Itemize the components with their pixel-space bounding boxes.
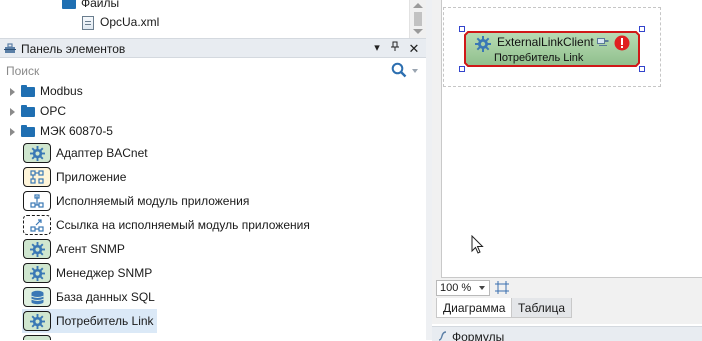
tab-table[interactable]: Таблица bbox=[511, 298, 573, 318]
folder-icon bbox=[21, 124, 35, 137]
toolbox-item-link-consumer[interactable]: Потребитель Link bbox=[22, 309, 157, 333]
module-link-icon bbox=[23, 215, 51, 235]
block-subtitle: Потребитель Link bbox=[494, 52, 584, 64]
expand-arrow-icon[interactable] bbox=[10, 107, 15, 116]
resize-handle-se[interactable] bbox=[639, 66, 645, 72]
gear-icon bbox=[23, 143, 51, 163]
formulas-panel-header[interactable]: Формулы bbox=[432, 326, 702, 341]
gear-icon bbox=[23, 263, 51, 283]
folder-icon bbox=[62, 0, 76, 9]
resize-handle-sw[interactable] bbox=[459, 66, 465, 72]
zoom-select[interactable]: 100 % bbox=[436, 280, 490, 296]
toolbox-item-executable-module-link[interactable]: Ссылка на исполняемый модуль приложения bbox=[22, 213, 426, 237]
search-field[interactable]: Поиск bbox=[0, 60, 426, 82]
group-iec-60870-5[interactable]: МЭК 60870-5 bbox=[0, 121, 113, 141]
toolbox-item-executable-module[interactable]: Исполняемый модуль приложения bbox=[22, 189, 426, 213]
resize-handle-ne[interactable] bbox=[639, 26, 645, 32]
group-modbus[interactable]: Modbus bbox=[0, 81, 83, 101]
expand-arrow-icon[interactable] bbox=[10, 127, 15, 136]
chevron-down-icon bbox=[479, 286, 485, 290]
connection-icon bbox=[597, 38, 609, 46]
elements-panel: Панель элементов ▾ ✕ Поиск Modbus OPC МЭ… bbox=[0, 38, 426, 340]
toolbox-item-application[interactable]: Приложение bbox=[22, 165, 426, 189]
toolbox-item-bacnet-adapter[interactable]: Адаптер BACnet bbox=[22, 141, 426, 165]
gear-icon bbox=[23, 311, 51, 331]
mouse-cursor-icon bbox=[471, 235, 484, 254]
fit-to-window-icon[interactable] bbox=[495, 281, 509, 294]
resize-handle-nw[interactable] bbox=[459, 26, 465, 32]
search-input[interactable]: Поиск bbox=[6, 63, 39, 79]
database-icon bbox=[23, 287, 51, 307]
pin-icon bbox=[391, 41, 399, 51]
toolbox-item-partial[interactable] bbox=[22, 333, 426, 340]
toolbox-item-snmp-agent[interactable]: Агент SNMP bbox=[22, 237, 426, 261]
solution-tree: Файлы OpcUa.xml bbox=[0, 0, 426, 38]
tree-file-opcua[interactable]: OpcUa.xml bbox=[82, 13, 159, 31]
external-link-client-block[interactable]: ExternalLinkClient Потребитель Link bbox=[459, 26, 645, 72]
module-icon bbox=[23, 191, 51, 211]
panel-title: Панель элементов bbox=[21, 42, 126, 56]
close-icon: ✕ bbox=[408, 41, 420, 56]
toolbox-item-sql-database[interactable]: База данных SQL bbox=[22, 285, 426, 309]
scrollbar-thumb[interactable] bbox=[414, 12, 422, 26]
search-icon[interactable] bbox=[391, 62, 407, 78]
expand-arrow-icon[interactable] bbox=[10, 87, 15, 96]
formulas-title: Формулы bbox=[452, 330, 505, 341]
panel-menu-button[interactable]: ▾ bbox=[370, 41, 384, 56]
app-icon bbox=[23, 167, 51, 187]
scroll-up-arrow-icon[interactable] bbox=[413, 3, 423, 8]
toolbox-item-snmp-manager[interactable]: Менеджер SNMP bbox=[22, 261, 426, 285]
tree-scrollbar[interactable] bbox=[409, 0, 426, 38]
group-opc[interactable]: OPC bbox=[0, 101, 66, 121]
pin-button[interactable] bbox=[388, 41, 402, 56]
xml-file-icon bbox=[82, 15, 94, 30]
tab-diagram[interactable]: Диаграмма bbox=[436, 298, 513, 318]
scroll-down-arrow-icon[interactable] bbox=[413, 29, 423, 34]
toolbox-icon bbox=[4, 43, 16, 53]
error-icon[interactable] bbox=[614, 35, 630, 51]
gear-icon bbox=[475, 36, 491, 52]
gear-icon bbox=[23, 239, 51, 259]
diagram-tabs: Диаграмма Таблица bbox=[432, 298, 702, 320]
gear-icon bbox=[23, 335, 51, 340]
tree-folder-files[interactable]: Файлы bbox=[62, 0, 119, 12]
folder-icon bbox=[21, 84, 35, 97]
search-options-dropdown-icon[interactable] bbox=[412, 69, 418, 73]
block-title: ExternalLinkClient bbox=[497, 35, 594, 49]
close-button[interactable]: ✕ bbox=[407, 41, 421, 56]
panel-header: Панель элементов ▾ ✕ bbox=[0, 38, 426, 58]
folder-icon bbox=[21, 104, 35, 117]
